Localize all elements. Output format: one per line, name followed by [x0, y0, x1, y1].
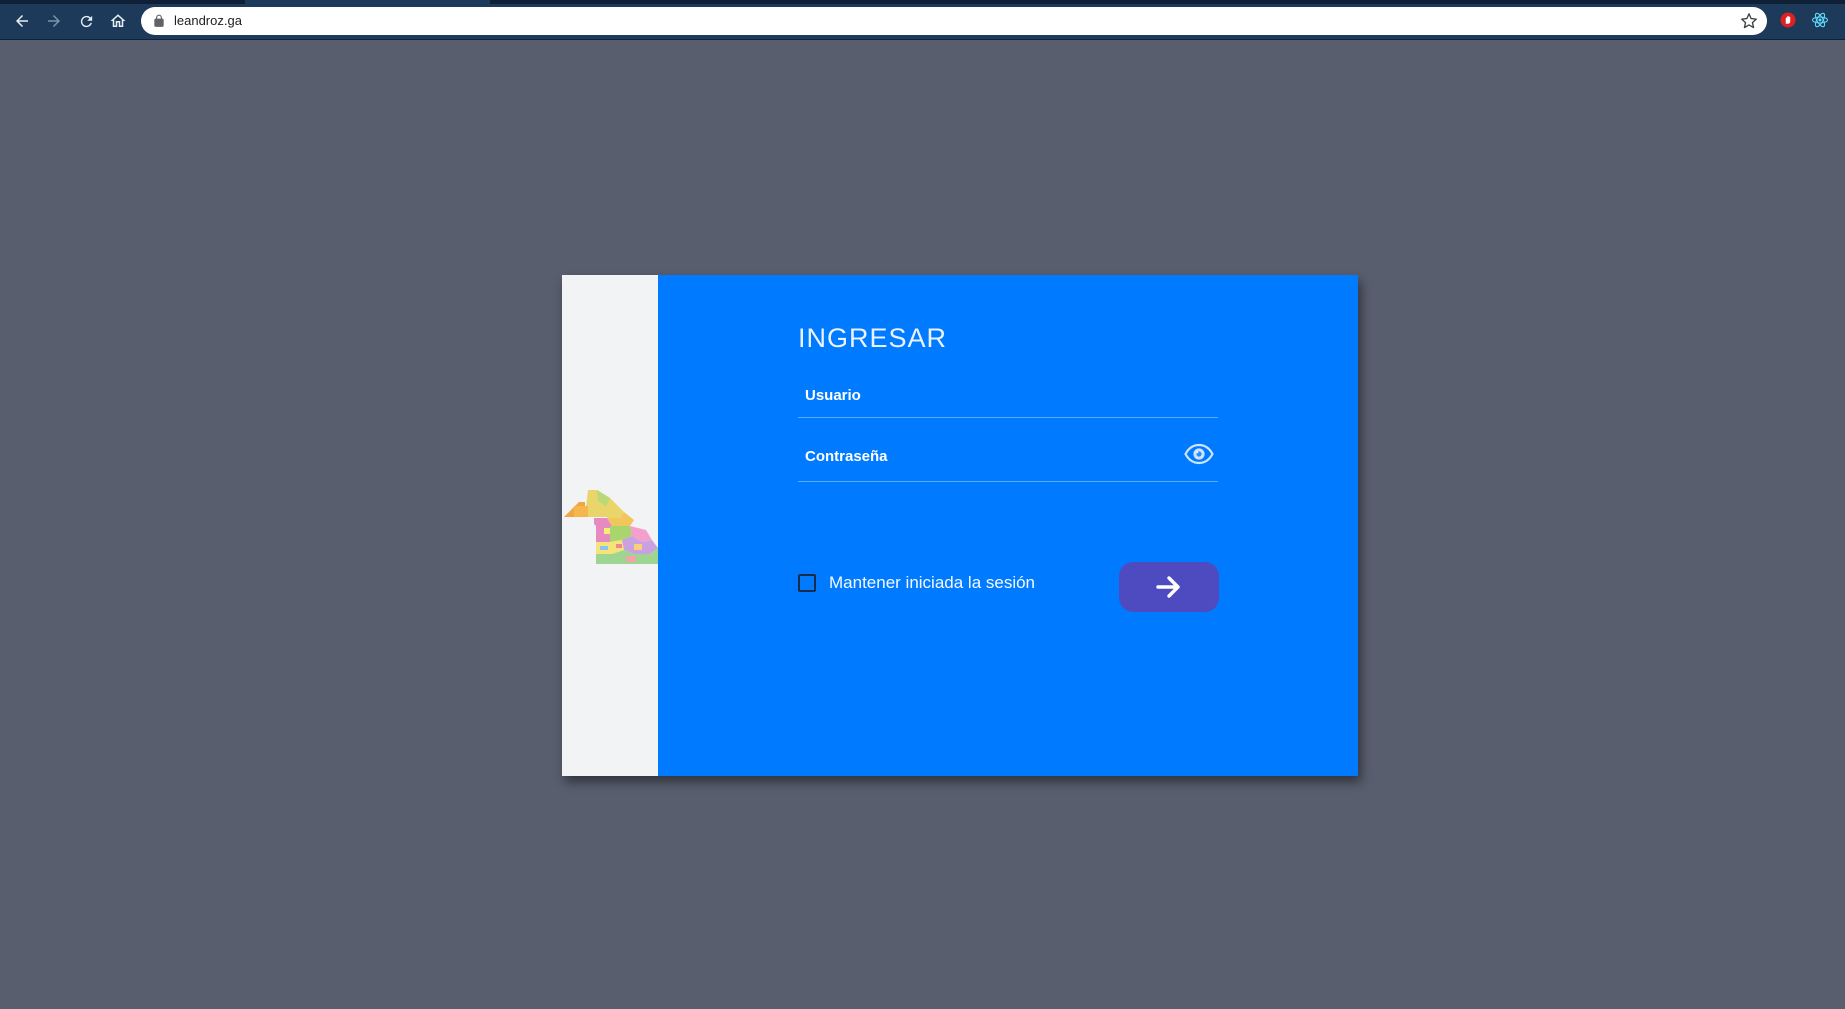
eye-icon[interactable] — [1184, 442, 1214, 466]
red-hand-extension-icon[interactable] — [1779, 11, 1797, 29]
browser-toolbar: leandroz.ga — [0, 0, 1845, 40]
home-icon — [110, 14, 126, 27]
home-button[interactable] — [106, 9, 130, 33]
address-bar[interactable]: leandroz.ga — [141, 7, 1767, 35]
remember-me-label[interactable]: Mantener iniciada la sesión — [829, 573, 1035, 593]
login-form-panel: INGRESAR Mantener iniciada la sesión — [658, 275, 1358, 776]
login-title: INGRESAR — [798, 323, 948, 353]
remember-me-row: Mantener iniciada la sesión — [798, 571, 1035, 595]
forward-button[interactable] — [42, 9, 66, 33]
arrow-right-icon — [1156, 576, 1180, 598]
logo-panel — [562, 275, 658, 776]
reload-icon — [80, 15, 92, 27]
login-submit-button[interactable] — [1119, 562, 1219, 612]
back-button[interactable] — [10, 9, 34, 33]
arrow-right-icon — [48, 15, 60, 27]
react-devtools-icon[interactable] — [1811, 11, 1829, 29]
login-card: INGRESAR Mantener iniciada la sesión — [562, 275, 1358, 776]
active-tab[interactable] — [245, 0, 490, 4]
lock-icon[interactable] — [152, 14, 166, 28]
username-input[interactable] — [798, 374, 1218, 417]
star-icon[interactable] — [1740, 12, 1758, 30]
remember-me-checkbox[interactable] — [798, 574, 816, 592]
arrow-left-icon — [16, 15, 28, 27]
username-field — [798, 374, 1218, 418]
url-text[interactable]: leandroz.ga — [174, 13, 242, 29]
password-field — [798, 432, 1218, 482]
province-map-icon — [564, 490, 658, 564]
password-input[interactable] — [798, 432, 1218, 481]
reload-button[interactable] — [74, 9, 98, 33]
